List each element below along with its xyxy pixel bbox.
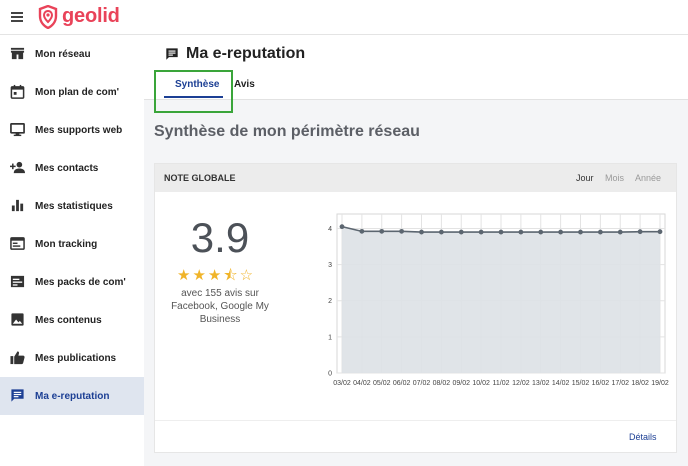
data-point (478, 229, 484, 235)
x-tick-label: 03/02 (333, 380, 351, 387)
bar-chart-icon (11, 199, 24, 212)
x-tick-label: 04/02 (353, 380, 371, 387)
sidebar-item-mon-tracking[interactable]: Mon tracking (0, 225, 144, 263)
rating-chart: 0 1 2 3 4 03/02 04/02 05/02 06/02 07/02 08/02 09/02… (328, 213, 669, 387)
store-icon (10, 47, 25, 60)
sidebar-item-mes-supports-web[interactable]: Mes supports web (0, 111, 144, 149)
page-title: Ma e-reputation (186, 45, 306, 62)
x-tick-label: 19/02 (651, 380, 669, 387)
data-point (359, 228, 365, 234)
add-person-icon (10, 161, 25, 174)
sidebar-item-mon-plan-de-com[interactable]: Mon plan de com' (0, 73, 144, 111)
x-tick-label: 18/02 (631, 380, 649, 387)
web-window-icon (10, 237, 25, 250)
brand-name: geolid (62, 5, 120, 27)
x-tick-label: 06/02 (393, 380, 411, 387)
x-tick-label: 15/02 (572, 380, 590, 387)
data-point (578, 229, 583, 235)
sidebar-item-label: Mes contacts (35, 162, 99, 174)
x-tick-label: 13/02 (532, 380, 550, 387)
package-icon (10, 275, 25, 288)
y-tick-label: 1 (328, 334, 332, 341)
x-tick-label: 11/02 (493, 380, 510, 387)
y-tick-label: 2 (328, 298, 332, 305)
sidebar-item-label: Mon plan de com' (35, 86, 120, 98)
sidebar-item-label: Mon tracking (35, 238, 98, 250)
top-bar: geolid (0, 0, 688, 35)
data-point (657, 229, 663, 235)
sidebar-item-mes-contenus[interactable]: Mes contenus (0, 301, 144, 339)
data-point (419, 229, 424, 235)
x-tick-label: 16/02 (592, 380, 610, 387)
star-empty-icon: ☆ (239, 267, 256, 284)
data-point (558, 229, 564, 235)
x-tick-label: 08/02 (433, 380, 451, 387)
page-header: Ma e-reputation Synthèse Avis (144, 35, 688, 113)
data-point (617, 229, 623, 235)
card-title: NOTE GLOBALE (164, 173, 236, 183)
period-mois[interactable]: Mois (605, 173, 624, 183)
star-full-icon: ★ (177, 267, 193, 284)
period-annee[interactable]: Année (635, 173, 661, 183)
data-point (498, 229, 504, 235)
y-tick-label: 4 (328, 226, 332, 233)
sidebar-item-label: Ma e-reputation (35, 390, 110, 402)
sidebar-item-mes-publications[interactable]: Mes publications (0, 339, 144, 377)
period-jour[interactable]: Jour (576, 173, 594, 183)
section-title: Synthèse de mon périmètre réseau (154, 123, 420, 140)
x-tick-label: 05/02 (373, 380, 391, 387)
sidebar-item-label: Mes statistiques (35, 200, 113, 212)
sidebar-item-label: Mes publications (35, 352, 117, 364)
global-score: 3.9 (190, 214, 250, 261)
details-link[interactable]: Détails (629, 432, 657, 442)
sidebar: Mon réseau Mon plan de com' Mes supports… (0, 35, 144, 466)
card-header: NOTE GLOBALE Jour Mois Année (155, 164, 676, 192)
data-point (538, 229, 544, 235)
x-tick-label: 09/02 (452, 380, 470, 387)
thumbs-up-icon (10, 351, 25, 365)
chat-icon (166, 48, 178, 60)
main-content: Ma e-reputation Synthèse Avis Synthèse d… (144, 35, 688, 466)
image-icon (11, 313, 24, 326)
sidebar-item-mes-packs-de-com[interactable]: Mes packs de com' (0, 263, 144, 301)
data-point (458, 229, 464, 235)
y-tick-label: 0 (328, 371, 332, 378)
x-tick-label: 10/02 (472, 380, 490, 387)
geolid-logo-icon (38, 5, 58, 29)
data-point (379, 228, 385, 234)
sidebar-item-ma-e-reputation[interactable]: Ma e-reputation (0, 377, 144, 415)
data-point (339, 224, 345, 230)
sidebar-item-label: Mes contenus (35, 314, 102, 326)
x-tick-label: 12/02 (512, 380, 530, 387)
data-point (518, 229, 524, 235)
card-footer: Détails (155, 420, 676, 453)
sidebar-item-label: Mes packs de com' (35, 276, 126, 288)
sidebar-item-mes-statistiques[interactable]: Mes statistiques (0, 187, 144, 225)
sidebar-item-mes-contacts[interactable]: Mes contacts (0, 149, 144, 187)
calendar-icon (10, 84, 25, 99)
x-tick-label: 07/02 (413, 380, 431, 387)
tab-focus-highlight (154, 70, 233, 113)
data-point (597, 229, 603, 235)
tab-avis[interactable]: Avis (234, 79, 255, 90)
data-point (637, 229, 643, 235)
data-point (438, 229, 444, 235)
star-full-icon: ★ (192, 267, 208, 284)
area-fill (342, 226, 660, 373)
monitor-icon (10, 123, 25, 137)
sidebar-item-label: Mon réseau (35, 48, 91, 60)
sidebar-item-label: Mes supports web (35, 124, 123, 136)
chat-icon (11, 389, 24, 402)
reviews-summary: avec 155 avis sur Facebook, Google My Bu… (171, 288, 269, 325)
x-tick-label: 17/02 (611, 380, 629, 387)
menu-icon[interactable] (11, 12, 23, 22)
x-tick-label: 14/02 (552, 380, 570, 387)
note-globale-card: NOTE GLOBALE Jour Mois Année 3.9 ★★★⯪☆ a… (154, 163, 677, 453)
star-full-icon: ★ (207, 267, 224, 284)
data-point (399, 228, 405, 234)
y-tick-label: 3 (328, 262, 332, 269)
sidebar-item-mon-reseau[interactable]: Mon réseau (0, 35, 144, 73)
